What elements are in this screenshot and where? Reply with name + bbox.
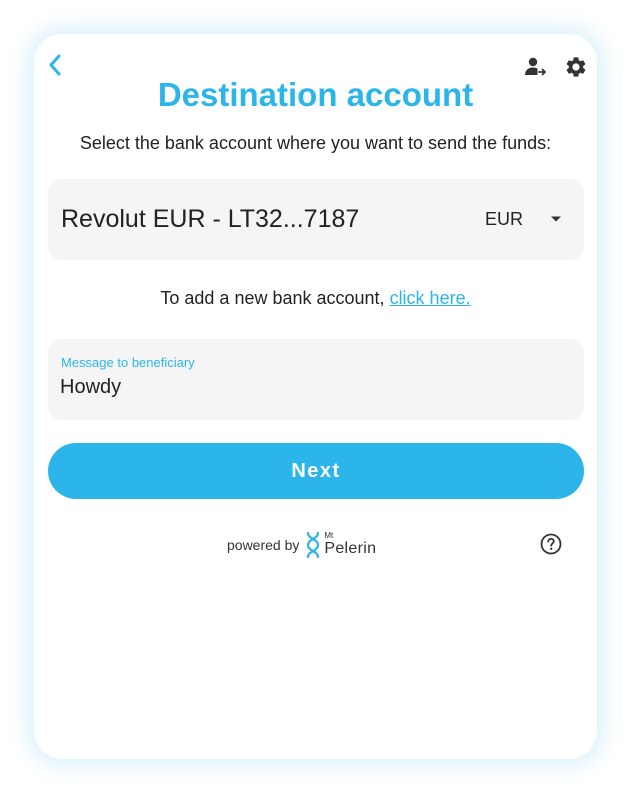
brand-logo: Mt Pelerin [305, 531, 376, 559]
brand-prefix: Mt [324, 531, 334, 540]
widget-card: Destination account Select the bank acco… [34, 34, 597, 759]
mt-pelerin-logo-icon [307, 532, 320, 558]
help-button[interactable] [539, 532, 563, 556]
page-title: Destination account [157, 76, 474, 113]
chevron-left-icon [49, 54, 61, 76]
brand-name: Pelerin [324, 540, 377, 557]
next-button[interactable]: Next [48, 443, 584, 499]
message-field-label: Message to beneficiary [61, 355, 195, 370]
page-subtitle: Select the bank account where you want t… [79, 133, 552, 153]
powered-by-text: powered by [227, 537, 300, 553]
add-account-text: To add a new bank account, click here. [34, 288, 597, 309]
message-field[interactable]: Message to beneficiary [48, 339, 584, 420]
help-circle-icon [540, 533, 562, 555]
message-input[interactable] [60, 372, 560, 402]
bank-account-value: Revolut EUR - LT32...7187 [61, 205, 360, 233]
caret-down-icon [551, 216, 561, 222]
back-button[interactable] [44, 52, 66, 78]
bank-account-select[interactable]: Revolut EUR - LT32...7187 EUR [48, 179, 584, 260]
add-account-link[interactable]: click here. [390, 288, 471, 308]
powered-by: powered by Mt Pelerin [227, 530, 376, 560]
add-account-prompt: To add a new bank account, [160, 288, 390, 308]
currency-label: EUR [485, 209, 524, 229]
